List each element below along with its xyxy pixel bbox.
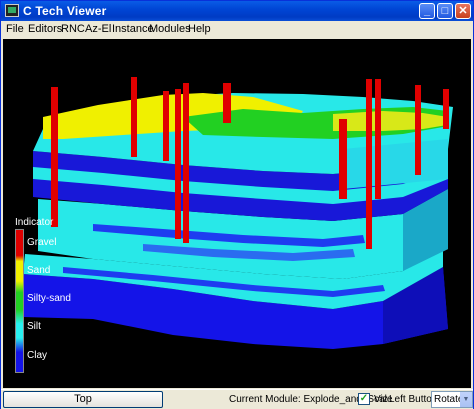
legend-label-silty-sand: Silty-sand bbox=[27, 293, 71, 304]
viz-label: Viz bbox=[374, 394, 388, 405]
menu-instance[interactable]: Instance bbox=[112, 23, 154, 35]
viz-checkbox[interactable]: ✓ bbox=[358, 393, 370, 405]
menu-editors[interactable]: Editors bbox=[28, 23, 62, 35]
menu-modules[interactable]: Modules bbox=[149, 23, 191, 35]
well-bore-1 bbox=[51, 87, 58, 227]
well-bore-6 bbox=[223, 83, 231, 123]
maximize-button[interactable]: □ bbox=[437, 3, 453, 19]
app-window: C Tech Viewer _ □ ✕ File Editors RNC Az-… bbox=[0, 0, 474, 409]
well-bore-5 bbox=[183, 83, 189, 243]
legend-title: Indicator bbox=[15, 217, 54, 228]
app-icon bbox=[5, 4, 19, 17]
menu-bar: File Editors RNC Az-El Instance Modules … bbox=[1, 21, 473, 39]
well-bore-4 bbox=[175, 89, 181, 239]
well-bore-8 bbox=[366, 79, 372, 249]
left-button-mode-select[interactable]: Rotate ▼ bbox=[431, 391, 473, 408]
3d-viewport[interactable]: Indicator Gravel Sand Silty-sand Silt Cl… bbox=[3, 39, 471, 388]
legend-label-clay: Clay bbox=[27, 350, 48, 361]
well-bore-11 bbox=[443, 89, 449, 129]
well-bore-10 bbox=[415, 85, 421, 175]
menu-file[interactable]: File bbox=[6, 23, 24, 35]
geology-model-render[interactable] bbox=[3, 39, 471, 388]
legend-label-sand: Sand bbox=[27, 265, 51, 276]
well-bore-7 bbox=[339, 119, 347, 199]
legend-label-silt: Silt bbox=[27, 321, 41, 332]
close-button[interactable]: ✕ bbox=[455, 3, 471, 19]
window-title: C Tech Viewer bbox=[23, 4, 107, 18]
minimize-button[interactable]: _ bbox=[419, 3, 435, 19]
status-bar: Top Current Module: Explode_and_Scale ✓ … bbox=[1, 389, 473, 409]
menu-help[interactable]: Help bbox=[188, 23, 211, 35]
menu-az-el[interactable]: Az-El bbox=[85, 23, 111, 35]
well-bore-9 bbox=[375, 79, 381, 199]
legend-color-bar bbox=[15, 229, 24, 373]
top-view-button[interactable]: Top bbox=[3, 391, 163, 408]
title-bar[interactable]: C Tech Viewer _ □ ✕ bbox=[1, 1, 473, 21]
well-bore-3 bbox=[163, 91, 169, 161]
legend-label-gravel: Gravel bbox=[27, 237, 57, 248]
menu-rnc[interactable]: RNC bbox=[61, 23, 85, 35]
well-bore-2 bbox=[131, 77, 137, 157]
chevron-down-icon[interactable]: ▼ bbox=[460, 392, 472, 407]
